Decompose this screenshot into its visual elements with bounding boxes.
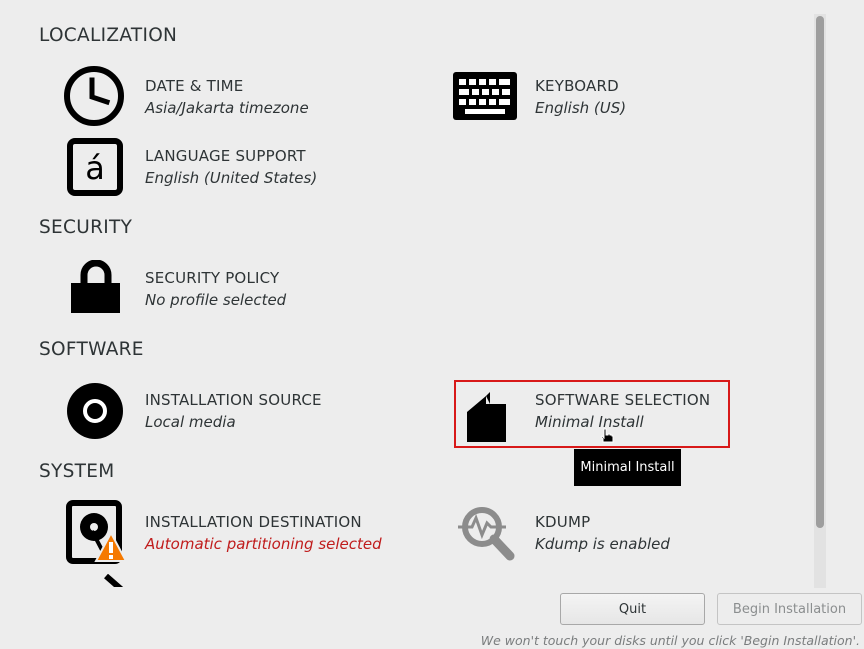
spoke-title: KEYBOARD: [535, 77, 619, 95]
spoke-status: English (United States): [145, 169, 318, 187]
spoke-status: Kdump is enabled: [535, 535, 670, 553]
disc-icon: [66, 382, 124, 444]
tooltip: Minimal Install: [574, 449, 681, 486]
spoke-title: DATE & TIME: [145, 77, 244, 95]
spoke-title: KDUMP: [535, 513, 591, 531]
magnifier-icon: [456, 503, 516, 567]
spoke-status: No profile selected: [145, 291, 287, 309]
spoke-language-support[interactable]: á LANGUAGE SUPPORT English (United State…: [60, 134, 390, 198]
begin-installation-button[interactable]: Begin Installation: [717, 593, 862, 625]
spoke-status: Asia/Jakarta timezone: [145, 99, 309, 117]
spoke-title: INSTALLATION SOURCE: [145, 391, 322, 409]
spoke-status: English (US): [535, 99, 627, 117]
svg-text:á: á: [85, 149, 105, 187]
section-title-security: SECURITY: [39, 217, 133, 238]
spoke-title: SOFTWARE SELECTION: [535, 391, 711, 409]
warning-icon: [94, 530, 128, 567]
hand-cursor-icon: [599, 428, 615, 448]
spoke-installation-source[interactable]: INSTALLATION SOURCE Local media: [60, 378, 390, 442]
footer-note: We won't touch your disks until you clic…: [480, 633, 860, 648]
spoke-title: SECURITY POLICY: [145, 269, 280, 287]
package-icon: [464, 390, 510, 450]
scrollbar-thumb[interactable]: [816, 16, 824, 528]
keyboard-icon: [453, 72, 517, 126]
spoke-title: INSTALLATION DESTINATION: [145, 513, 362, 531]
partial-icon: [104, 573, 128, 587]
spoke-security-policy[interactable]: SECURITY POLICY No profile selected: [60, 256, 390, 320]
spoke-software-selection[interactable]: SOFTWARE SELECTION Minimal Install: [454, 380, 730, 448]
spoke-title: LANGUAGE SUPPORT: [145, 147, 306, 165]
clock-icon: [62, 64, 126, 132]
section-title-localization: LOCALIZATION: [39, 25, 178, 46]
spoke-hub: LOCALIZATION DATE & TIME Asia/Jakarta ti…: [0, 0, 814, 587]
padlock-icon: [70, 259, 122, 320]
quit-button[interactable]: Quit: [560, 593, 705, 625]
spoke-installation-destination[interactable]: INSTALLATION DESTINATION Automatic parti…: [60, 500, 420, 564]
spoke-kdump[interactable]: KDUMP Kdump is enabled: [452, 500, 752, 564]
spoke-date-time[interactable]: DATE & TIME Asia/Jakarta timezone: [60, 64, 390, 128]
spoke-keyboard[interactable]: KEYBOARD English (US): [452, 64, 752, 128]
spoke-status: Local media: [145, 413, 236, 431]
spoke-status: Minimal Install: [535, 413, 644, 431]
section-title-software: SOFTWARE: [39, 339, 144, 360]
language-icon: á: [67, 138, 123, 200]
section-title-system: SYSTEM: [39, 461, 115, 482]
installation-summary: LOCALIZATION DATE & TIME Asia/Jakarta ti…: [0, 0, 864, 649]
spoke-status: Automatic partitioning selected: [145, 535, 382, 553]
spoke-partial-row: [60, 572, 390, 587]
